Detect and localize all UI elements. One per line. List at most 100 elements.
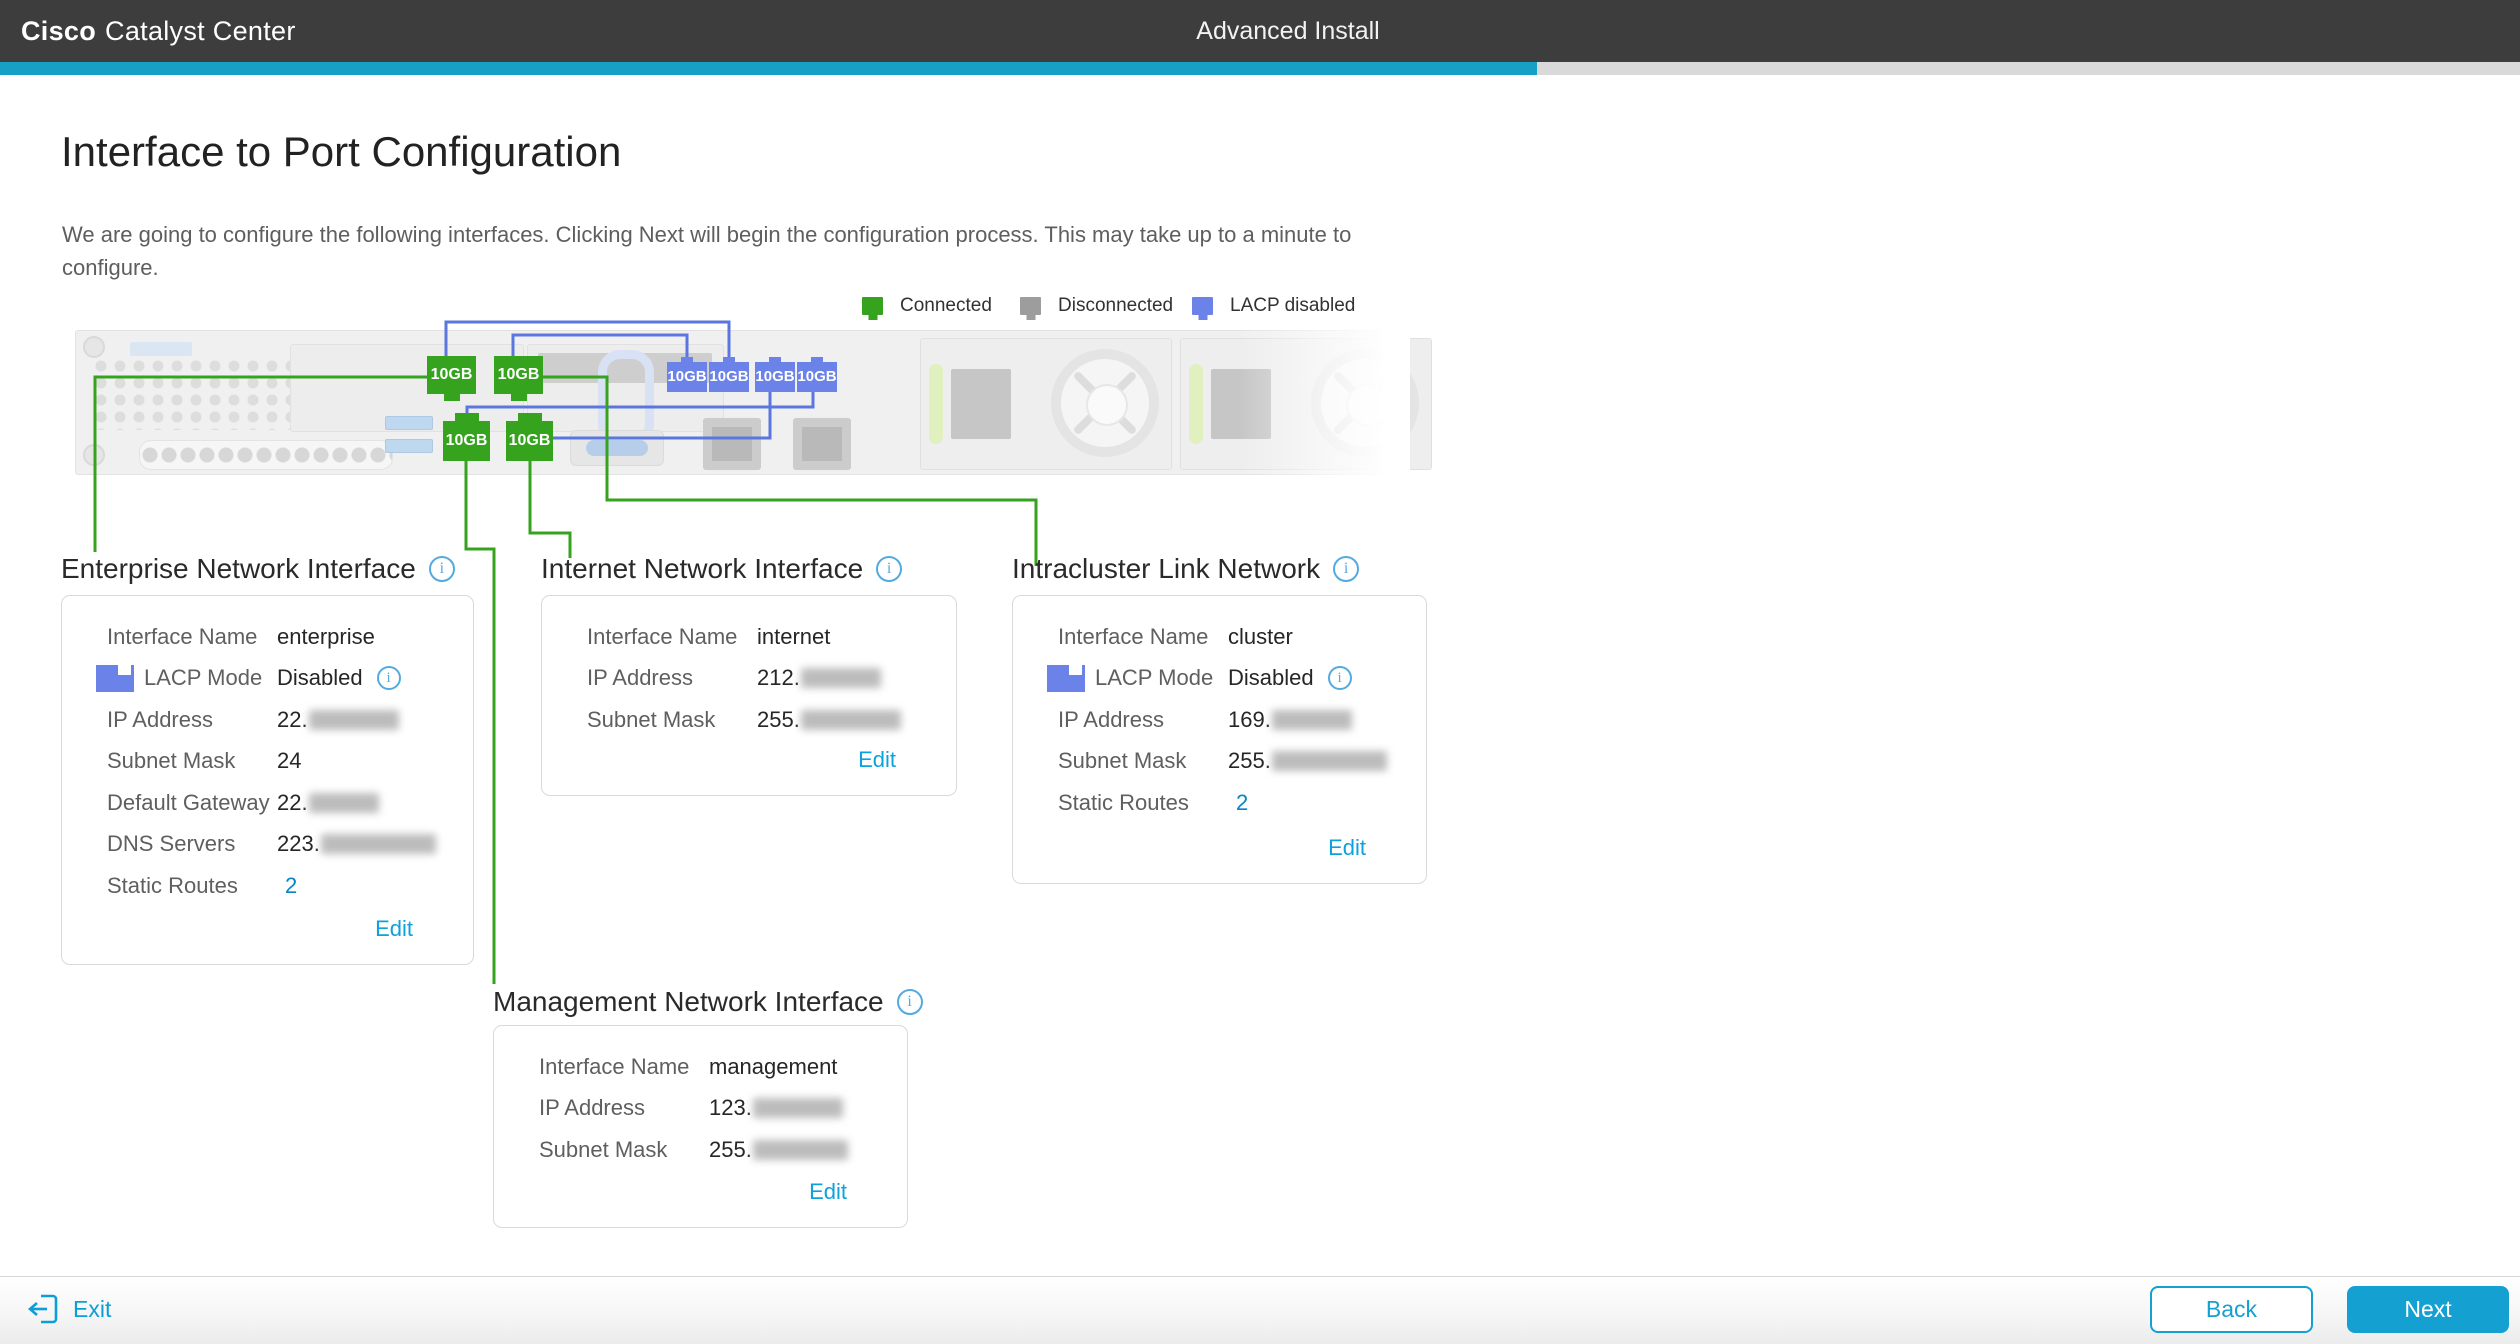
indicator-module (130, 342, 192, 356)
psu-latch (1189, 364, 1203, 444)
row-value: Disabled (277, 665, 363, 691)
row-value[interactable]: 2 (1228, 790, 1248, 816)
vga-connector (570, 430, 664, 466)
row-label: Subnet Mask (107, 748, 235, 774)
redacted-value (801, 668, 881, 688)
card-row-subnet-mask: Subnet Mask 255. (542, 699, 956, 741)
info-icon[interactable]: i (897, 989, 923, 1015)
server-rear-photo (75, 330, 1410, 476)
edit-link[interactable]: Edit (1328, 835, 1366, 861)
edit-link[interactable]: Edit (809, 1179, 847, 1205)
disconnected-port-icon (1020, 297, 1041, 315)
row-label: Subnet Mask (587, 707, 715, 733)
info-icon[interactable]: i (1328, 666, 1352, 690)
row-label: IP Address (587, 665, 693, 691)
info-icon[interactable]: i (1333, 556, 1359, 582)
psu-latch (929, 364, 943, 444)
interface-to-port-configuration-screen: CiscoCatalyst Center Advanced Install In… (0, 0, 2520, 1344)
row-label: IP Address (539, 1095, 645, 1121)
exit-button[interactable]: Exit (27, 1290, 111, 1328)
intracluster-heading: Intracluster Link Network i (1012, 553, 1359, 585)
card-row-dns-servers: DNS Servers223. (62, 824, 473, 866)
row-value: 223. (277, 831, 320, 857)
legend-label: Connected (900, 295, 992, 317)
row-value: 22. (277, 707, 308, 733)
interface-card-management: Interface NamemanagementIP Address123.Su… (493, 1025, 908, 1228)
card-rows: Interface NamemanagementIP Address123.Su… (494, 1026, 907, 1171)
row-value: Disabled (1228, 665, 1314, 691)
connected-port-icon (862, 297, 883, 315)
psu-socket (951, 369, 1011, 439)
redacted-value (753, 1140, 848, 1160)
row-value: 123. (709, 1095, 752, 1121)
page-title: Interface to Port Configuration (61, 128, 621, 176)
jack-opening (712, 427, 752, 461)
port-10gb-lacp-1: 10GB (667, 362, 707, 392)
port-10gb-intracluster: 10GB (494, 356, 543, 394)
redacted-value (753, 1098, 843, 1118)
edit-link[interactable]: Edit (858, 747, 896, 773)
legend-item-lacp-disabled: LACP disabled (1192, 291, 1355, 321)
edit-link[interactable]: Edit (375, 916, 413, 942)
management-heading: Management Network Interface i (493, 986, 923, 1018)
card-row-interface-name: Interface Nameenterprise (62, 616, 473, 658)
port-10gb-internet: 10GB (506, 421, 553, 461)
row-value: internet (757, 624, 830, 650)
redacted-value (321, 834, 436, 854)
photo-fade (1240, 328, 1410, 478)
row-label: Static Routes (107, 873, 238, 899)
vent-slot (139, 440, 393, 470)
lacp-port-icon (96, 665, 134, 692)
screw (83, 336, 105, 358)
row-value: 22. (277, 790, 308, 816)
legend-item-disconnected: Disconnected (1020, 291, 1173, 321)
port-10gb-management: 10GB (443, 421, 490, 461)
card-row-subnet-mask: Subnet Mask255. (1013, 741, 1426, 783)
card-row-ip-address: IP Address 123. (494, 1088, 907, 1130)
screw (83, 444, 105, 466)
heading-text: Management Network Interface (493, 986, 884, 1018)
back-button[interactable]: Back (2150, 1286, 2313, 1333)
interface-card-enterprise: Interface Nameenterprise LACP Mode Disable… (61, 595, 474, 965)
row-value: 24 (277, 748, 301, 774)
redacted-value (1272, 710, 1352, 730)
card-rows: Interface NameclusterLACP ModeDisablediI… (1013, 596, 1426, 824)
card-row-lacp-mode: LACP ModeDisabledi (1013, 658, 1426, 700)
internet-heading: Internet Network Interface i (541, 553, 902, 585)
row-value: 255. (709, 1137, 752, 1163)
card-rows: Interface NameinternetIP Address212.Subn… (542, 596, 956, 741)
row-label: Interface Name (587, 624, 737, 650)
row-label: Interface Name (539, 1054, 689, 1080)
wizard-progress-fill (0, 62, 1537, 75)
next-button[interactable]: Next (2347, 1286, 2509, 1333)
redacted-value (309, 710, 399, 730)
card-row-static-routes: Static Routes 2 (62, 865, 473, 907)
info-icon[interactable]: i (429, 556, 455, 582)
card-row-default-gateway: Default Gateway 22. (62, 782, 473, 824)
card-row-ip-address: IP Address212. (542, 658, 956, 700)
card-row-interface-name: Interface Namecluster (1013, 616, 1426, 658)
lacp-disabled-port-icon (1192, 297, 1213, 315)
card-row-lacp-mode: LACP Mode Disabled i (62, 658, 473, 700)
vga-pins (586, 440, 648, 456)
info-icon[interactable]: i (377, 666, 401, 690)
brand-product: Catalyst Center (105, 16, 296, 46)
enterprise-heading: Enterprise Network Interface i (61, 553, 455, 585)
legend-label: LACP disabled (1230, 295, 1355, 317)
redacted-value (801, 710, 901, 730)
info-icon[interactable]: i (876, 556, 902, 582)
lacp-port-icon (1047, 665, 1085, 692)
heading-text: Intracluster Link Network (1012, 553, 1320, 585)
card-row-subnet-mask: Subnet Mask 24 (62, 741, 473, 783)
row-label: Interface Name (107, 624, 257, 650)
fan-hub (1086, 384, 1128, 426)
port-10gb-lacp-4: 10GB (797, 362, 837, 392)
row-label: LACP Mode (144, 665, 262, 691)
row-value[interactable]: 2 (277, 873, 297, 899)
redacted-value (309, 793, 379, 813)
card-row-ip-address: IP Address169. (1013, 699, 1426, 741)
row-value: 255. (757, 707, 800, 733)
page-description: We are going to configure the following … (62, 218, 1372, 284)
row-label: Default Gateway (107, 790, 270, 816)
card-row-subnet-mask: Subnet Mask255. (494, 1129, 907, 1171)
